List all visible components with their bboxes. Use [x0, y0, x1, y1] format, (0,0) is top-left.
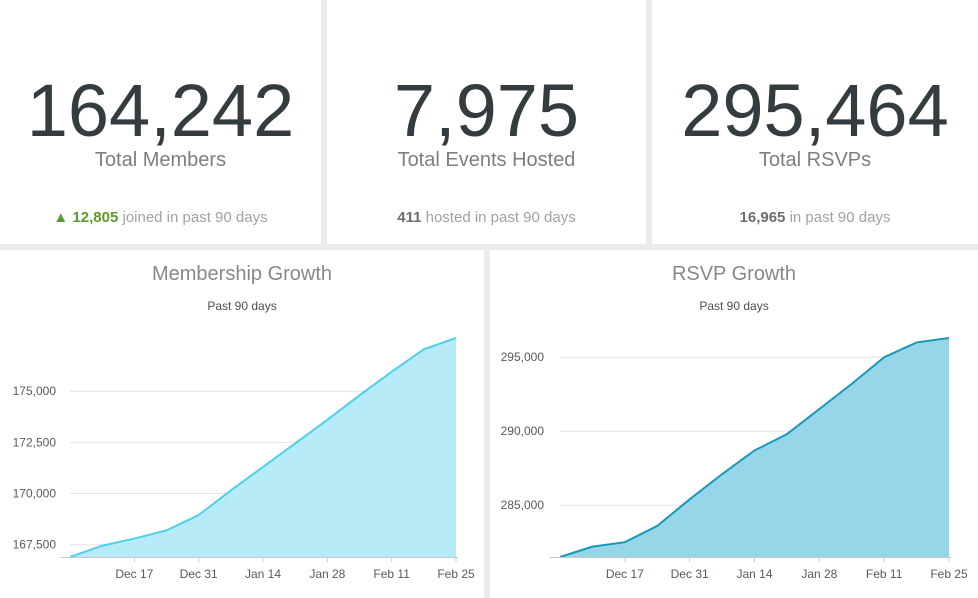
- members-delta-value: 12,805: [72, 209, 119, 226]
- membership-growth-card: Membership Growth Past 90 days 167,500 17…: [0, 250, 484, 598]
- membership-y-tick-label: 175,000: [13, 384, 57, 398]
- stat-card-members: 164,242 Total Members ▲ 12,805 joined in…: [0, 0, 321, 244]
- total-members-label: Total Members: [94, 149, 227, 171]
- membership-x-tick-label: Jan 28: [309, 567, 345, 581]
- membership-y-tick-label: 167,500: [13, 538, 57, 552]
- total-events-value: 7,975: [393, 69, 580, 152]
- stat-card-events: 7,975 Total Events Hosted 411 hosted in …: [327, 0, 646, 244]
- membership-y-tick-label: 172,500: [13, 435, 57, 449]
- rsvp-y-tick-label: 290,000: [501, 424, 545, 438]
- members-delta-text: ▲ 12,805 joined in past 90 days: [0, 208, 321, 228]
- rsvp-x-tick-label: Jan 14: [736, 567, 772, 581]
- rsvp-growth-card: RSVP Growth Past 90 days 285,000 290,000 2…: [490, 250, 978, 598]
- rsvp-x-tick-label: Feb 11: [866, 567, 903, 581]
- rsvps-delta-caption: in past 90 days: [785, 209, 891, 226]
- rsvp-y-tick-label: 285,000: [501, 498, 545, 512]
- rsvp-growth-chart: 285,000 290,000 295,000 Dec 17 Dec 31 Jan 14 J…: [501, 337, 968, 581]
- trend-up-icon: ▲: [53, 209, 69, 226]
- rsvp-x-tick-label: Jan 28: [801, 567, 837, 581]
- membership-x-tick-label: Jan 14: [245, 567, 281, 581]
- rsvp-x-tick-label: Dec 31: [671, 567, 709, 581]
- rsvp-y-tick-label: 295,000: [501, 350, 545, 364]
- events-delta-caption: hosted in past 90 days: [421, 209, 576, 226]
- members-delta-caption: joined in past 90 days: [118, 209, 268, 226]
- total-rsvps-label: Total RSVPs: [758, 149, 872, 171]
- rsvp-x-tick-label: Dec 17: [606, 567, 644, 581]
- events-delta-value: 411: [397, 209, 422, 226]
- stat-card-rsvps: 295,464 Total RSVPs 16,965 in past 90 da…: [652, 0, 978, 244]
- rsvps-delta-text: 16,965 in past 90 days: [652, 208, 978, 228]
- membership-x-tick-label: Dec 17: [115, 567, 153, 581]
- membership-x-tick-label: Feb 11: [373, 567, 410, 581]
- membership-y-tick-label: 170,000: [13, 487, 57, 501]
- membership-area: [70, 338, 456, 557]
- total-rsvps-value: 295,464: [681, 69, 949, 152]
- membership-x-tick-label: Feb 25: [437, 567, 475, 581]
- total-events-label: Total Events Hosted: [397, 149, 576, 171]
- total-members-value: 164,242: [26, 69, 295, 152]
- membership-growth-chart: 167,500 170,000 172,500 175,000 Dec 17 Dec 31…: [13, 337, 475, 581]
- membership-x-tick-label: Dec 31: [180, 567, 218, 581]
- rsvps-delta-value: 16,965: [739, 209, 786, 226]
- rsvp-area: [560, 338, 949, 557]
- rsvp-x-tick-label: Feb 25: [930, 567, 968, 581]
- events-delta-text: 411 hosted in past 90 days: [327, 208, 646, 228]
